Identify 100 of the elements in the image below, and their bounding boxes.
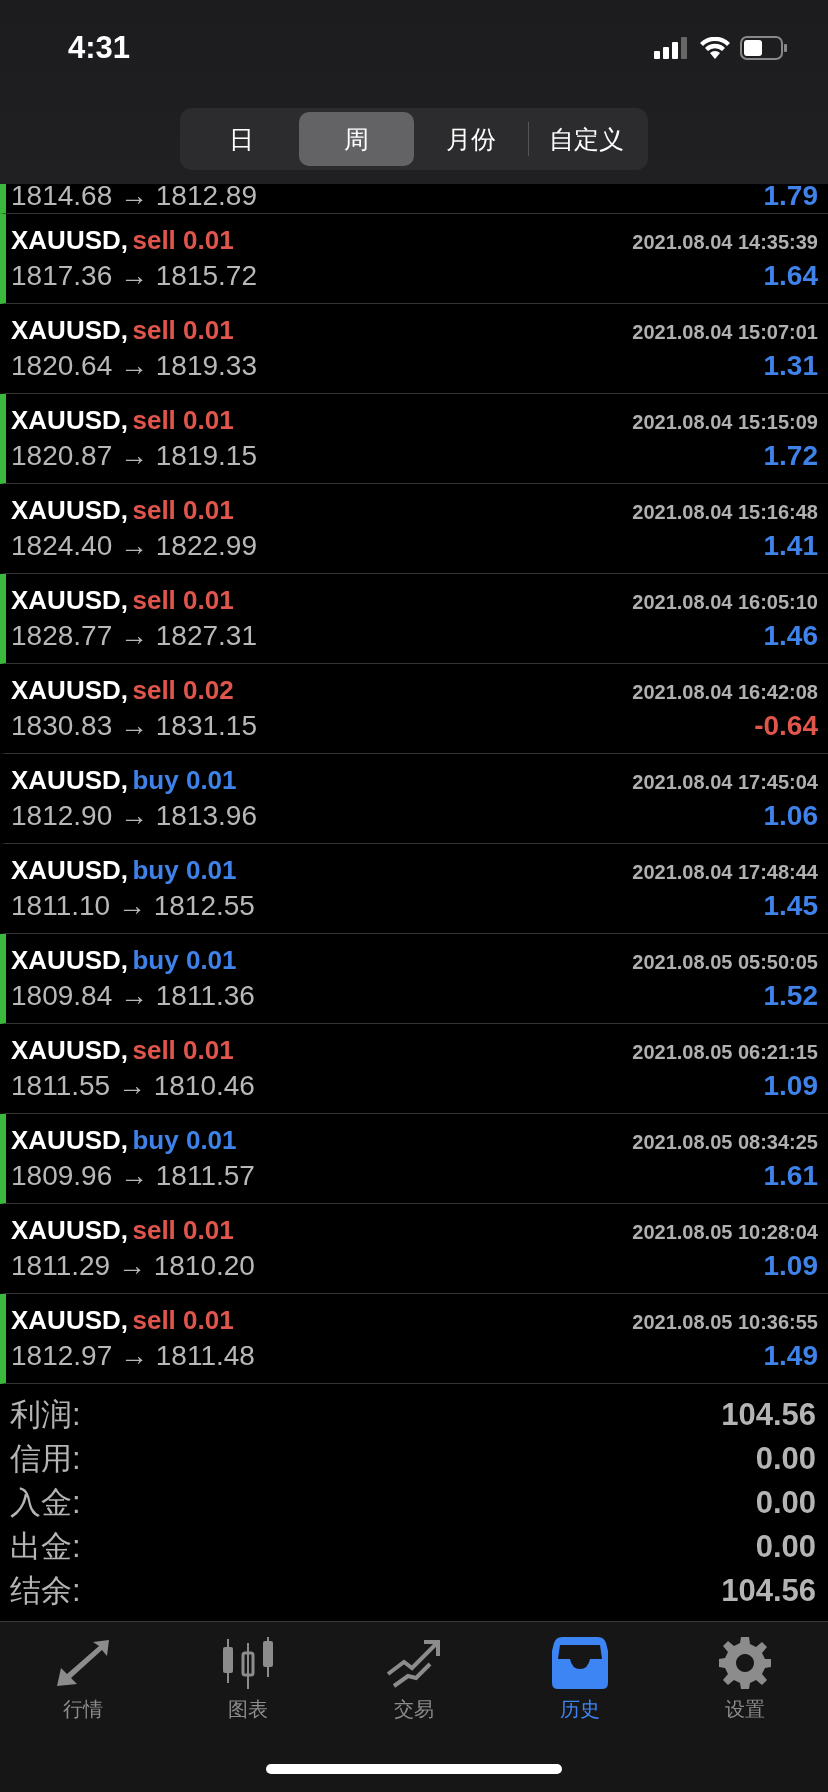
nav-tab[interactable]: 交易 [331,1636,497,1723]
price-range: 1828.77 → 1827.31 [11,620,257,652]
status-time: 4:31 [68,30,131,66]
battery-icon [740,36,788,60]
trade-row[interactable]: XAUUSD, sell 0.01 2021.08.04 14:35:39 1817.36 → 1815.72 1.64 [0,214,828,304]
profit-value: 1.45 [763,890,818,922]
summary-value: 104.56 [721,1573,816,1609]
profit-value: 1.61 [763,1160,818,1192]
summary-value: 0.00 [755,1485,816,1521]
symbol-label: XAUUSD, [11,315,128,345]
summary-label: 利润: [10,1396,81,1434]
summary-value: 0.00 [755,1529,816,1565]
symbol-label: XAUUSD, [11,945,128,975]
profit-value: 1.79 [763,184,818,210]
price-range: 1812.97 → 1811.48 [11,1340,255,1372]
price-range: 1809.96 → 1811.57 [11,1160,255,1192]
summary-label: 出金: [10,1528,81,1566]
trade-time: 2021.08.04 15:16:48 [632,501,818,524]
summary-label: 结余: [10,1572,81,1610]
trade-row[interactable]: XAUUSD, sell 0.01 2021.08.05 10:28:04 1811.29 → 1810.20 1.09 [0,1204,828,1294]
period-tab[interactable]: 月份 [413,112,529,166]
nav-tab[interactable]: 图表 [165,1636,332,1723]
trade-time: 2021.08.05 10:28:04 [632,1221,818,1244]
summary-value: 0.00 [755,1441,816,1477]
price-range: 1814.68 → 1812.89 [11,184,257,210]
trade-row[interactable]: XAUUSD, buy 0.01 2021.08.05 08:34:25 1809.96 → 1811.57 1.61 [0,1114,828,1204]
symbol-label: XAUUSD, [11,855,128,885]
trade-row[interactable]: XAUUSD, sell 0.02 2021.08.04 16:42:08 1830.83 → 1831.15 -0.64 [0,664,828,754]
price-range: 1830.83 → 1831.15 [11,710,257,742]
order-label: buy 0.01 [132,1125,237,1155]
order-label: buy 0.01 [132,765,237,795]
period-tab[interactable]: 周 [298,112,414,166]
trade-row[interactable]: XAUUSD, sell 0.01 2021.08.04 16:05:10 1828.77 → 1827.31 1.46 [0,574,828,664]
profit-value: 1.09 [763,1250,818,1282]
trade-row[interactable]: XAUUSD, sell 0.01 2021.08.05 06:21:15 1811.55 → 1810.46 1.09 [0,1024,828,1114]
order-label: sell 0.01 [132,1035,234,1065]
profit-value: 1.09 [763,1070,818,1102]
price-range: 1817.36 → 1815.72 [11,260,257,292]
trade-row[interactable]: XAUUSD, sell 0.01 2021.08.05 10:36:55 1812.97 → 1811.48 1.49 [0,1294,828,1384]
trade-row[interactable]: XAUUSD, buy 0.01 2021.08.04 17:45:04 1812.90 → 1813.96 1.06 [0,754,828,844]
price-range: 1809.84 → 1811.36 [11,980,255,1012]
order-label: sell 0.01 [132,585,234,615]
price-range: 1811.29 → 1810.20 [11,1250,255,1282]
home-indicator[interactable] [266,1764,562,1774]
nav-tab[interactable]: 历史 [496,1636,663,1723]
profit-value: 1.72 [763,440,818,472]
trade-time: 2021.08.04 16:42:08 [632,681,818,704]
price-range: 1824.40 → 1822.99 [11,530,257,562]
symbol-label: XAUUSD, [11,675,128,705]
profit-value: 1.52 [763,980,818,1012]
symbol-label: XAUUSD, [11,405,128,435]
symbol-label: XAUUSD, [11,585,128,615]
price-range: 1812.90 → 1813.96 [11,800,257,832]
order-label: sell 0.02 [132,675,234,705]
symbol-label: XAUUSD, [11,765,128,795]
price-range: 1811.55 → 1810.46 [11,1070,255,1102]
profit-value: 1.46 [763,620,818,652]
profit-value: 1.41 [763,530,818,562]
price-range: 1820.64 → 1819.33 [11,350,257,382]
trade-time: 2021.08.04 15:15:09 [632,411,818,434]
symbol-label: XAUUSD, [11,1305,128,1335]
profit-value: -0.64 [754,710,818,742]
profit-value: 1.49 [763,1340,818,1372]
nav-tab[interactable]: 设置 [662,1636,828,1723]
trade-row[interactable]: XAUUSD, buy 0.01 2021.08.05 05:50:05 1809.84 → 1811.36 1.52 [0,934,828,1024]
profit-value: 1.31 [763,350,818,382]
gear-icon [719,1637,772,1689]
order-label: buy 0.01 [132,855,237,885]
symbol-label: XAUUSD, [11,1035,128,1065]
trade-row[interactable]: XAUUSD, sell 0.01 2021.08.04 15:16:48 1824.40 → 1822.99 1.41 [0,484,828,574]
trade-row[interactable]: XAUUSD, sell 0.01 2021.08.04 15:15:09 1820.87 → 1819.15 1.72 [0,394,828,484]
period-tab[interactable]: 日 [184,112,299,166]
price-range: 1811.10 → 1812.55 [11,890,255,922]
order-label: sell 0.01 [132,495,234,525]
order-label: sell 0.01 [132,315,234,345]
period-tab[interactable]: 自定义 [529,112,644,166]
order-label: sell 0.01 [132,405,234,435]
symbol-label: XAUUSD, [11,495,128,525]
trend-arrow-icon [386,1638,442,1688]
trade-time: 2021.08.05 08:34:25 [632,1131,818,1154]
profit-value: 1.06 [763,800,818,832]
trade-time: 2021.08.04 15:07:01 [632,321,818,344]
trade-time: 2021.08.04 14:35:39 [632,231,818,254]
trade-row[interactable]: XAUUSD, buy 0.01 2021.08.04 17:48:44 1811.10 → 1812.55 1.45 [0,844,828,934]
trade-time: 2021.08.05 06:21:15 [632,1041,818,1064]
symbol-label: XAUUSD, [11,1125,128,1155]
trade-time: 2021.08.05 10:36:55 [632,1311,818,1334]
trade-row[interactable]: XAUUSD, sell 0.01 2021.08.04 15:07:01 1820.64 → 1819.33 1.31 [0,304,828,394]
profit-value: 1.64 [763,260,818,292]
nav-tab[interactable]: 行情 [0,1636,166,1723]
order-label: sell 0.01 [132,1305,234,1335]
symbol-label: XAUUSD, [11,225,128,255]
trade-row[interactable]: 1814.68 → 1812.89 1.79 [0,184,828,214]
order-label: buy 0.01 [132,945,237,975]
price-range: 1820.87 → 1819.15 [11,440,257,472]
wifi-icon [700,37,730,59]
summary-value: 104.56 [721,1397,816,1433]
trade-time: 2021.08.05 05:50:05 [632,951,818,974]
symbol-label: XAUUSD, [11,1215,128,1245]
trade-time: 2021.08.04 17:45:04 [632,771,818,794]
